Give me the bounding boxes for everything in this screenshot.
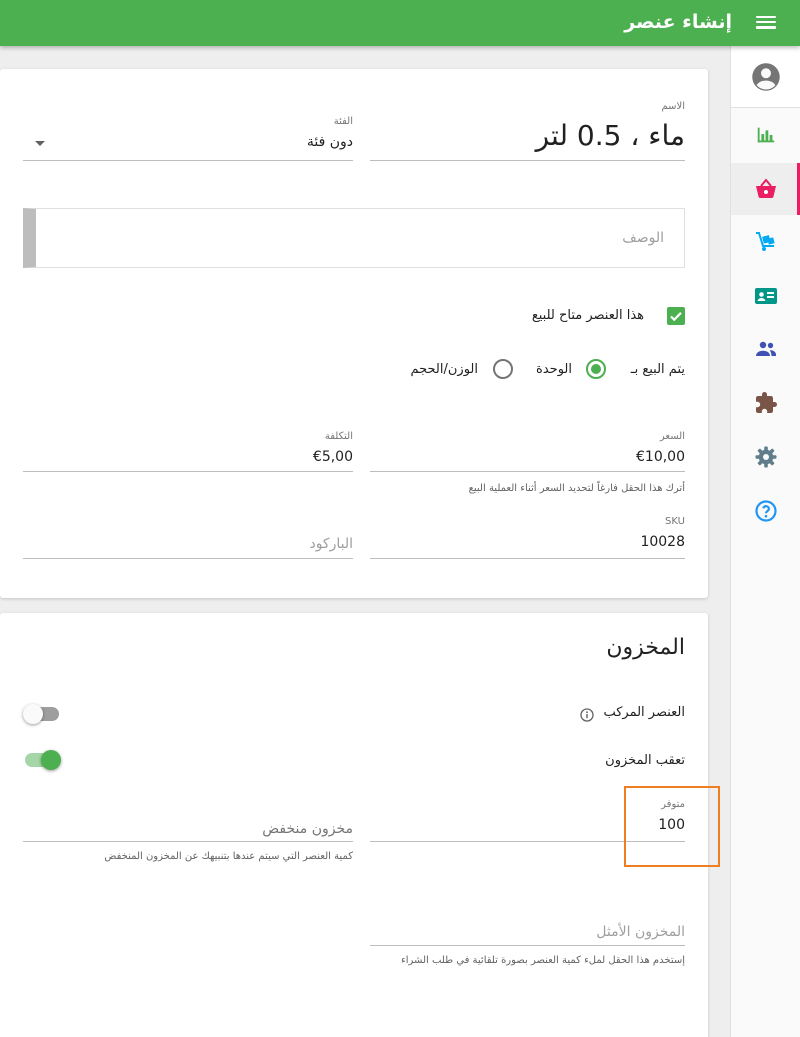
available-for-sale-label: هذا العنصر متاح للبيع bbox=[531, 308, 644, 323]
description-placeholder: الوصف bbox=[622, 230, 664, 246]
low-stock-input-underline bbox=[23, 841, 353, 842]
price-input-underline bbox=[370, 471, 685, 472]
sku-label: SKU bbox=[665, 516, 685, 527]
name-label: الاسم bbox=[661, 101, 685, 112]
bar-chart-icon bbox=[757, 127, 775, 143]
people-icon bbox=[756, 341, 776, 356]
sidebar-item-customers[interactable] bbox=[731, 270, 800, 322]
barcode-input-underline bbox=[23, 558, 353, 559]
composite-item-toggle-knob bbox=[23, 704, 43, 724]
optimal-stock-hint: إستخدم هذا الحقل لملء كمية العنصر بصورة … bbox=[401, 955, 685, 966]
sidebar-item-reports[interactable] bbox=[731, 109, 800, 161]
track-stock-label: تعقب المخزون bbox=[605, 753, 685, 768]
help-circle-icon bbox=[755, 500, 777, 522]
sidebar-item-settings[interactable] bbox=[731, 431, 800, 483]
price-input[interactable]: €10,00 bbox=[636, 449, 685, 465]
sold-by-label: يتم البيع بـ bbox=[630, 362, 685, 377]
sku-input[interactable]: 10028 bbox=[640, 534, 685, 550]
optimal-stock-input[interactable]: المخزون الأمثل bbox=[596, 924, 685, 940]
sidebar-item-account[interactable] bbox=[731, 46, 800, 108]
available-for-sale-checkbox[interactable] bbox=[667, 307, 685, 325]
description-field[interactable]: الوصف bbox=[23, 208, 685, 268]
cost-input-underline bbox=[23, 471, 353, 472]
low-stock-hint: كمية العنصر التي سيتم عندها بتنبيهك عن ا… bbox=[104, 851, 353, 862]
track-stock-toggle-knob bbox=[41, 750, 61, 770]
composite-item-label: العنصر المركب bbox=[603, 705, 685, 720]
name-input[interactable]: ماء ، 0.5 لتر bbox=[536, 119, 685, 152]
sold-by-weight-radio[interactable] bbox=[493, 359, 513, 379]
price-hint: أترك هذا الحقل فارغاً لتحديد السعر أثناء… bbox=[468, 483, 685, 494]
cost-label: التكلفة bbox=[324, 431, 353, 442]
inventory-card: المخزون العنصر المركب تعقب المخزون متوفر… bbox=[0, 613, 708, 1037]
info-icon[interactable] bbox=[580, 708, 594, 722]
puzzle-icon bbox=[756, 392, 777, 413]
menu-icon[interactable] bbox=[756, 13, 776, 33]
page-title: إنشاء عنصر bbox=[624, 11, 732, 33]
category-select-underline bbox=[23, 160, 353, 161]
chevron-down-icon[interactable] bbox=[35, 141, 45, 146]
contact-card-icon bbox=[755, 288, 777, 304]
optimal-stock-input-underline bbox=[370, 945, 685, 946]
sidebar-item-apps[interactable] bbox=[731, 377, 800, 429]
sidebar-item-employees[interactable] bbox=[731, 323, 800, 375]
name-input-underline bbox=[370, 160, 685, 161]
sold-by-each-label: الوحدة bbox=[536, 362, 572, 377]
sidebar-item-help[interactable] bbox=[731, 485, 800, 537]
in-stock-highlight-box bbox=[624, 786, 720, 867]
basket-icon bbox=[756, 178, 776, 198]
dolly-icon bbox=[756, 232, 775, 251]
account-circle-icon bbox=[752, 62, 780, 91]
composite-item-toggle[interactable] bbox=[23, 704, 59, 724]
sidebar-item-purchases[interactable] bbox=[731, 216, 800, 268]
cost-input[interactable]: €5,00 bbox=[313, 449, 353, 465]
category-label: الفئة bbox=[333, 116, 353, 127]
sold-by-weight-label: الوزن/الحجم bbox=[410, 362, 478, 377]
low-stock-input[interactable]: مخزون منخفض bbox=[262, 821, 353, 837]
category-select-value[interactable]: دون فئة bbox=[307, 134, 353, 150]
inventory-title: المخزون bbox=[606, 635, 685, 660]
app-bar: إنشاء عنصر bbox=[0, 0, 800, 46]
price-label: السعر bbox=[659, 431, 685, 442]
sku-input-underline bbox=[370, 558, 685, 559]
sidebar-item-items[interactable] bbox=[731, 163, 800, 215]
item-details-card: الاسم ماء ، 0.5 لتر الفئة دون فئة الوصف … bbox=[0, 69, 708, 598]
sold-by-each-radio[interactable] bbox=[586, 359, 606, 379]
check-icon bbox=[670, 312, 682, 322]
sidebar bbox=[730, 46, 800, 1037]
track-stock-toggle[interactable] bbox=[25, 750, 61, 770]
gear-icon bbox=[755, 446, 777, 468]
barcode-input[interactable]: الباركود bbox=[309, 536, 353, 552]
